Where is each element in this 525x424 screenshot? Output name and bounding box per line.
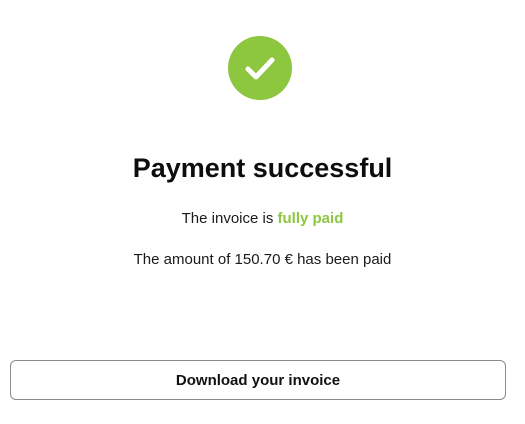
invoice-status-highlight: fully paid xyxy=(277,210,344,227)
invoice-status-text: The invoice is fully paid xyxy=(0,209,525,229)
download-invoice-button[interactable]: Download your invoice xyxy=(10,360,506,400)
amount-paid-text: The amount of 150.70 € has been paid xyxy=(133,251,392,268)
checkmark-circle-icon xyxy=(228,36,292,100)
invoice-status-prefix: The invoice is xyxy=(181,210,274,227)
checkmark-icon xyxy=(245,57,275,80)
page-title: Payment successful xyxy=(132,153,393,183)
